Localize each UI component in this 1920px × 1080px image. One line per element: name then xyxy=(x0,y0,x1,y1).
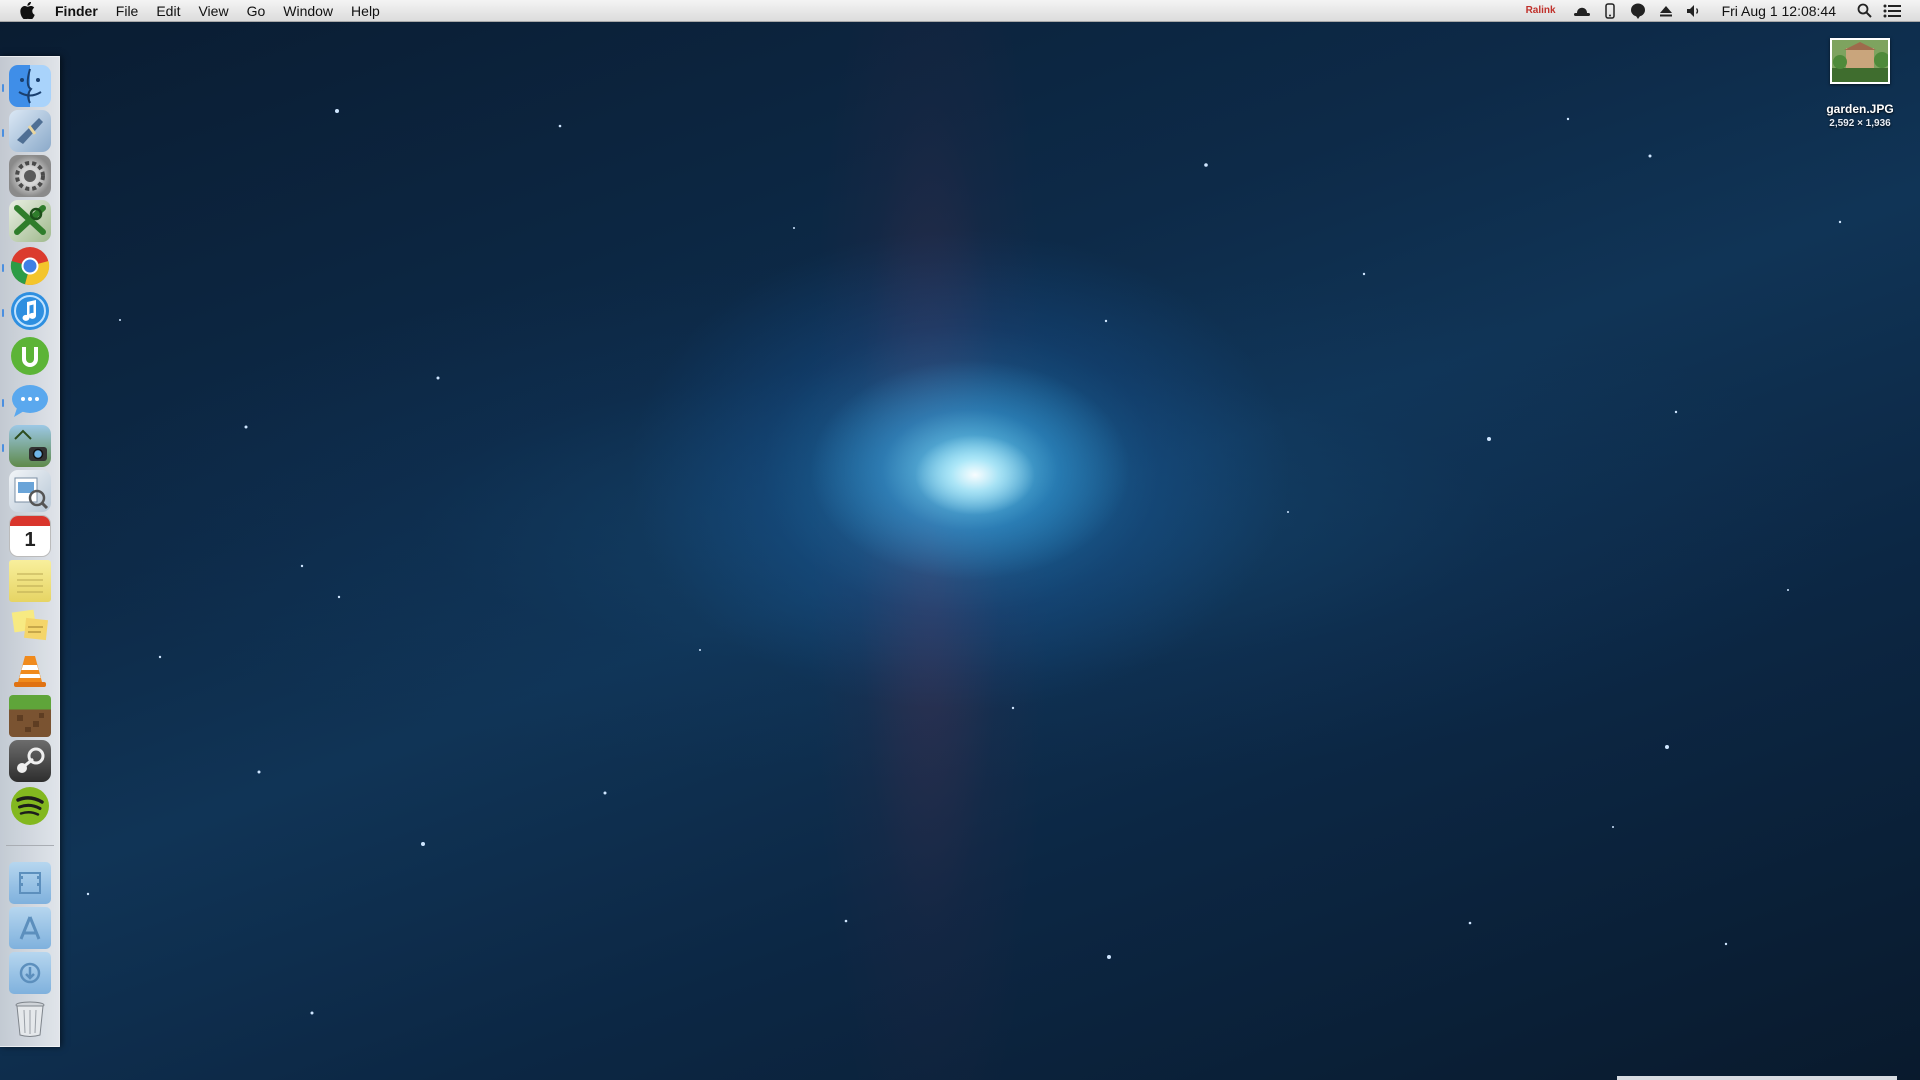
messages-icon[interactable] xyxy=(9,380,51,422)
calendar-icon[interactable]: 1 xyxy=(9,515,51,557)
menu-help[interactable]: Help xyxy=(342,0,389,22)
bottom-edge-bar xyxy=(1617,1076,1897,1080)
running-indicator xyxy=(2,399,4,407)
wallpaper-stars xyxy=(86,109,1842,1015)
image-thumbnail[interactable] xyxy=(1830,38,1890,84)
ralink-wifi-status[interactable]: Ralink xyxy=(1526,5,1556,16)
apple-logo-icon[interactable] xyxy=(17,1,37,21)
running-indicator xyxy=(2,264,4,272)
file-dimensions: 2,592 × 1,936 xyxy=(1829,118,1891,129)
minecraft-icon[interactable] xyxy=(9,695,51,737)
running-indicator xyxy=(2,84,4,92)
status-area: Ralink Fri Aug 1 12:08:44 xyxy=(1526,0,1920,22)
volume-icon[interactable] xyxy=(1685,3,1703,19)
menu-bar: Finder File Edit View Go Window Help Ral… xyxy=(0,0,1920,22)
preview-icon[interactable] xyxy=(9,470,51,512)
vlc-icon[interactable] xyxy=(9,650,51,692)
notes-icon[interactable] xyxy=(9,560,51,602)
menu-window[interactable]: Window xyxy=(274,0,342,22)
desktop-file-garden[interactable]: garden.JPG 2,592 × 1,936 xyxy=(1810,38,1910,129)
running-indicator xyxy=(2,129,4,137)
menu-go[interactable]: Go xyxy=(238,0,275,22)
calendar-header xyxy=(10,516,50,526)
dock-separator xyxy=(6,845,54,846)
system-preferences-icon[interactable] xyxy=(9,155,51,197)
menu-finder[interactable]: Finder xyxy=(53,0,107,22)
menu-view[interactable]: View xyxy=(189,0,237,22)
menu-file[interactable]: File xyxy=(107,0,148,22)
dock: 1 xyxy=(0,56,60,1047)
file-name: garden.JPG xyxy=(1826,102,1894,116)
stickies-icon[interactable] xyxy=(9,605,51,647)
running-indicator xyxy=(2,444,4,452)
menubar-clock[interactable]: Fri Aug 1 12:08:44 xyxy=(1722,3,1836,19)
finder-icon[interactable] xyxy=(9,65,51,107)
itunes-icon[interactable] xyxy=(9,290,51,332)
image-capture-icon[interactable] xyxy=(9,425,51,467)
mail-icon[interactable] xyxy=(9,110,51,152)
steam-icon[interactable] xyxy=(9,740,51,782)
applications-folder-icon[interactable] xyxy=(9,907,51,949)
downloads-folder-icon[interactable] xyxy=(9,952,51,994)
balloon-icon[interactable] xyxy=(1629,3,1647,19)
notification-center-icon[interactable] xyxy=(1883,3,1901,19)
spotify-icon[interactable] xyxy=(9,785,51,827)
phone-icon[interactable] xyxy=(1601,2,1619,19)
movies-folder-icon[interactable] xyxy=(9,862,51,904)
keepassx-icon[interactable] xyxy=(9,200,51,242)
running-indicator xyxy=(2,309,4,317)
menu-edit[interactable]: Edit xyxy=(147,0,189,22)
hat-icon[interactable] xyxy=(1573,3,1591,19)
chrome-icon[interactable] xyxy=(9,245,51,287)
spotlight-search-icon[interactable] xyxy=(1855,3,1873,19)
utorrent-icon[interactable] xyxy=(9,335,51,377)
trash-icon[interactable] xyxy=(9,997,51,1039)
calendar-day: 1 xyxy=(24,528,36,551)
eject-icon[interactable] xyxy=(1657,3,1675,19)
